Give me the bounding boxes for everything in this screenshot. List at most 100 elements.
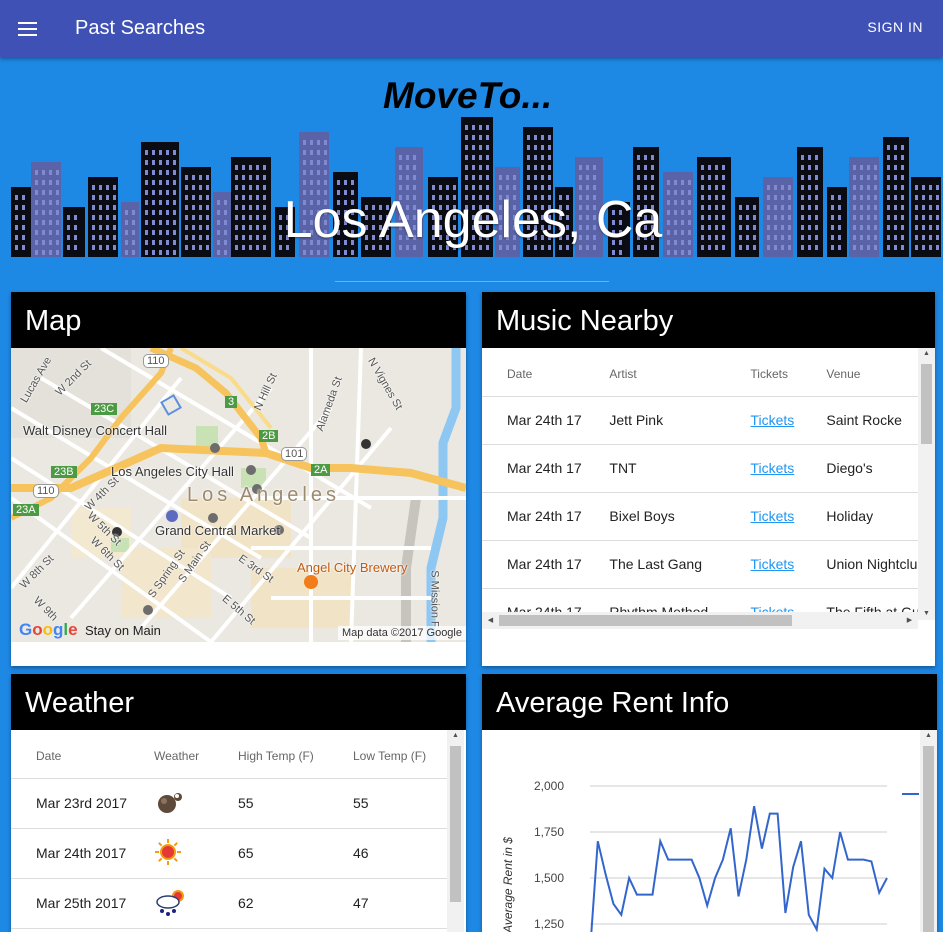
weather-card-title: Weather (11, 674, 466, 730)
table-row[interactable]: Mar 24th 17 Bixel Boys Tickets Holiday (482, 492, 935, 541)
exit-sign: 2A (311, 464, 331, 476)
y-tick-label: 1,500 (534, 871, 564, 885)
hamburger-menu-icon[interactable] (18, 15, 46, 43)
exit-sign: 3 (225, 396, 238, 408)
rent-chart-viewport[interactable]: 2,000 1,750 1,500 1,250 Average Rent in $ (482, 730, 937, 932)
highway-shield: 110 (143, 354, 169, 368)
high-temp: 55 (238, 778, 353, 829)
vertical-scrollbar[interactable]: ▲ (447, 730, 464, 932)
tickets-link[interactable]: Tickets (750, 556, 794, 572)
music-table: Date Artist Tickets Venue Mar 24th 17 Jet… (482, 348, 935, 620)
high-temp: 62 (238, 878, 353, 929)
forecast-date: Mar 25th 2017 (11, 878, 154, 929)
map-view[interactable]: Walt Disney Concert Hall Los Angeles Cit… (11, 348, 466, 642)
map-attribution[interactable]: Map data ©2017 Google (337, 626, 466, 640)
map-place-label: Stay on Main (85, 623, 161, 638)
tickets-link[interactable]: Tickets (750, 412, 794, 428)
table-row[interactable]: Mar 24th 2017 65 46 (11, 828, 449, 879)
sunny-icon (154, 838, 184, 868)
column-header[interactable]: Low Temp (F) (353, 730, 449, 779)
sign-in-button[interactable]: SIGN IN (867, 19, 923, 35)
y-tick-label: 1,250 (534, 917, 564, 931)
column-header[interactable]: Tickets (750, 348, 827, 397)
scroll-right-icon[interactable]: ▶ (901, 617, 918, 625)
table-header-row: Date Weather High Temp (F) Low Temp (F) (11, 730, 449, 779)
scroll-up-icon[interactable]: ▲ (918, 350, 935, 358)
app-bar-title[interactable]: Past Searches (75, 17, 205, 40)
column-header[interactable]: Date (482, 348, 610, 397)
table-row[interactable]: Mar 25th 2017 62 47 (11, 878, 449, 929)
scroll-down-icon[interactable]: ▼ (918, 610, 935, 618)
y-tick-label: 1,750 (534, 825, 564, 839)
low-temp: 46 (353, 828, 449, 879)
exit-sign: 2B (259, 430, 279, 442)
tickets-cell: Tickets (750, 540, 827, 589)
event-date: Mar 24th 17 (482, 444, 610, 493)
weather-table: Date Weather High Temp (F) Low Temp (F) … (11, 730, 449, 929)
cloudy-night-icon (154, 788, 184, 818)
exit-sign: 23A (13, 504, 39, 516)
vertical-scrollbar[interactable]: ▲ (920, 730, 937, 932)
weather-cell (154, 828, 238, 879)
map-card-title: Map (11, 292, 466, 348)
table-header-row: Date Artist Tickets Venue (482, 348, 935, 397)
column-header[interactable]: Weather (154, 730, 238, 779)
artist-name: TNT (609, 444, 751, 493)
low-temp: 47 (353, 878, 449, 929)
weather-card: Weather Date Weather High Temp (F) Low T… (11, 674, 466, 932)
tickets-cell: Tickets (750, 444, 827, 493)
forecast-date: Mar 24th 2017 (11, 828, 154, 879)
scrollbar-thumb[interactable] (923, 746, 934, 932)
city-title: Los Angeles, Ca (283, 191, 663, 249)
tickets-cell: Tickets (750, 396, 827, 445)
scroll-up-icon[interactable]: ▲ (447, 732, 464, 740)
google-logo: Google (19, 620, 78, 639)
tickets-cell: Tickets (750, 492, 827, 541)
table-row[interactable]: Mar 24th 17 TNT Tickets Diego's (482, 444, 935, 493)
column-header[interactable]: Date (11, 730, 154, 779)
scrollbar-thumb[interactable] (499, 615, 792, 626)
scrollbar-thumb[interactable] (921, 364, 932, 444)
y-tick-label: 2,000 (534, 779, 564, 793)
artist-name: The Last Gang (609, 540, 751, 589)
rent-card: Average Rent Info 2,000 1,750 1,500 1,250 Av… (482, 674, 937, 932)
map-label-street: S Mission F (428, 570, 441, 628)
column-header[interactable]: Artist (609, 348, 751, 397)
table-row[interactable]: Mar 24th 17 Jett Pink Tickets Saint Rocke (482, 396, 935, 445)
rent-line-chart: 2,000 1,750 1,500 1,250 Average Rent in $ (501, 779, 919, 932)
weather-cell (154, 878, 238, 929)
divider (335, 281, 609, 282)
high-temp: 65 (238, 828, 353, 879)
event-date: Mar 24th 17 (482, 540, 610, 589)
map-label-brewery: Angel City Brewery (297, 560, 408, 575)
music-card: Music Nearby Date Artist Tickets Venue M… (482, 292, 935, 666)
music-card-title: Music Nearby (482, 292, 935, 348)
rent-card-title: Average Rent Info (482, 674, 937, 730)
series-line (590, 806, 888, 932)
scroll-left-icon[interactable]: ◀ (482, 617, 499, 625)
brand-logo: MoveTo... (383, 75, 553, 116)
low-temp: 55 (353, 778, 449, 829)
music-table-viewport[interactable]: Date Artist Tickets Venue Mar 24th 17 Jet… (482, 348, 935, 620)
scroll-up-icon[interactable]: ▲ (920, 732, 937, 740)
forecast-date: Mar 23rd 2017 (11, 778, 154, 829)
hero-banner: MoveTo... Los Angeles, Ca (3, 57, 943, 257)
artist-name: Bixel Boys (609, 492, 751, 541)
event-date: Mar 24th 17 (482, 396, 610, 445)
event-date: Mar 24th 17 (482, 492, 610, 541)
vertical-scrollbar[interactable]: ▲ ▼ (918, 348, 935, 620)
highway-shield: 101 (281, 447, 308, 461)
tickets-link[interactable]: Tickets (750, 460, 794, 476)
tickets-link[interactable]: Tickets (750, 508, 794, 524)
table-row[interactable]: Mar 24th 17 The Last Gang Tickets Union Nig… (482, 540, 935, 589)
artist-name: Jett Pink (609, 396, 751, 445)
map-label-market: Grand Central Market (155, 523, 280, 538)
horizontal-scrollbar[interactable]: ◀ ▶ (482, 612, 918, 629)
weather-table-viewport[interactable]: Date Weather High Temp (F) Low Temp (F) … (11, 730, 466, 932)
table-row[interactable]: Mar 23rd 2017 55 55 (11, 778, 449, 829)
app-bar: Past Searches SIGN IN (0, 0, 943, 57)
y-axis-label: Average Rent in $ (501, 837, 515, 932)
exit-sign: 23C (91, 403, 118, 415)
scrollbar-thumb[interactable] (450, 746, 461, 902)
column-header[interactable]: High Temp (F) (238, 730, 353, 779)
